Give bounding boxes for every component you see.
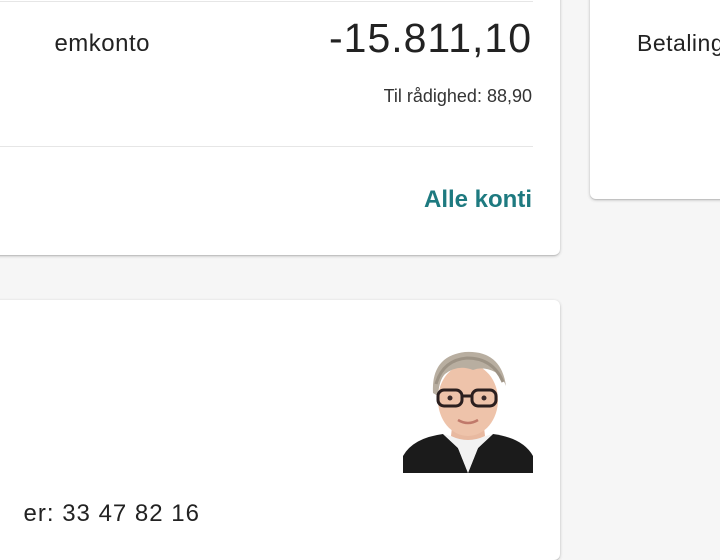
advisor-card: er: 33 47 82 16 bbox=[0, 300, 560, 560]
available-amount: Til rådighed: 88,90 bbox=[383, 86, 532, 106]
advisor-avatar bbox=[403, 338, 533, 473]
advisor-phone-container: er: 33 47 82 16 bbox=[0, 500, 200, 540]
advisor-photo-icon bbox=[403, 351, 533, 473]
payments-title-container: Betalinger bbox=[637, 30, 720, 70]
account-name[interactable]: emkonto bbox=[54, 30, 150, 58]
payments-title: Betalinger bbox=[637, 30, 720, 56]
payments-card[interactable]: Betalinger bbox=[590, 0, 720, 199]
advisor-phone[interactable]: er: 33 47 82 16 bbox=[24, 500, 200, 528]
all-accounts-link[interactable]: Alle konti bbox=[424, 186, 532, 214]
account-card: emkonto -15.811,10 Til rådighed: 88,90 A… bbox=[0, 0, 560, 255]
account-name-container: emkonto bbox=[0, 0, 150, 90]
account-balance: -15.811,10 bbox=[328, 15, 532, 61]
card-divider bbox=[0, 146, 533, 147]
